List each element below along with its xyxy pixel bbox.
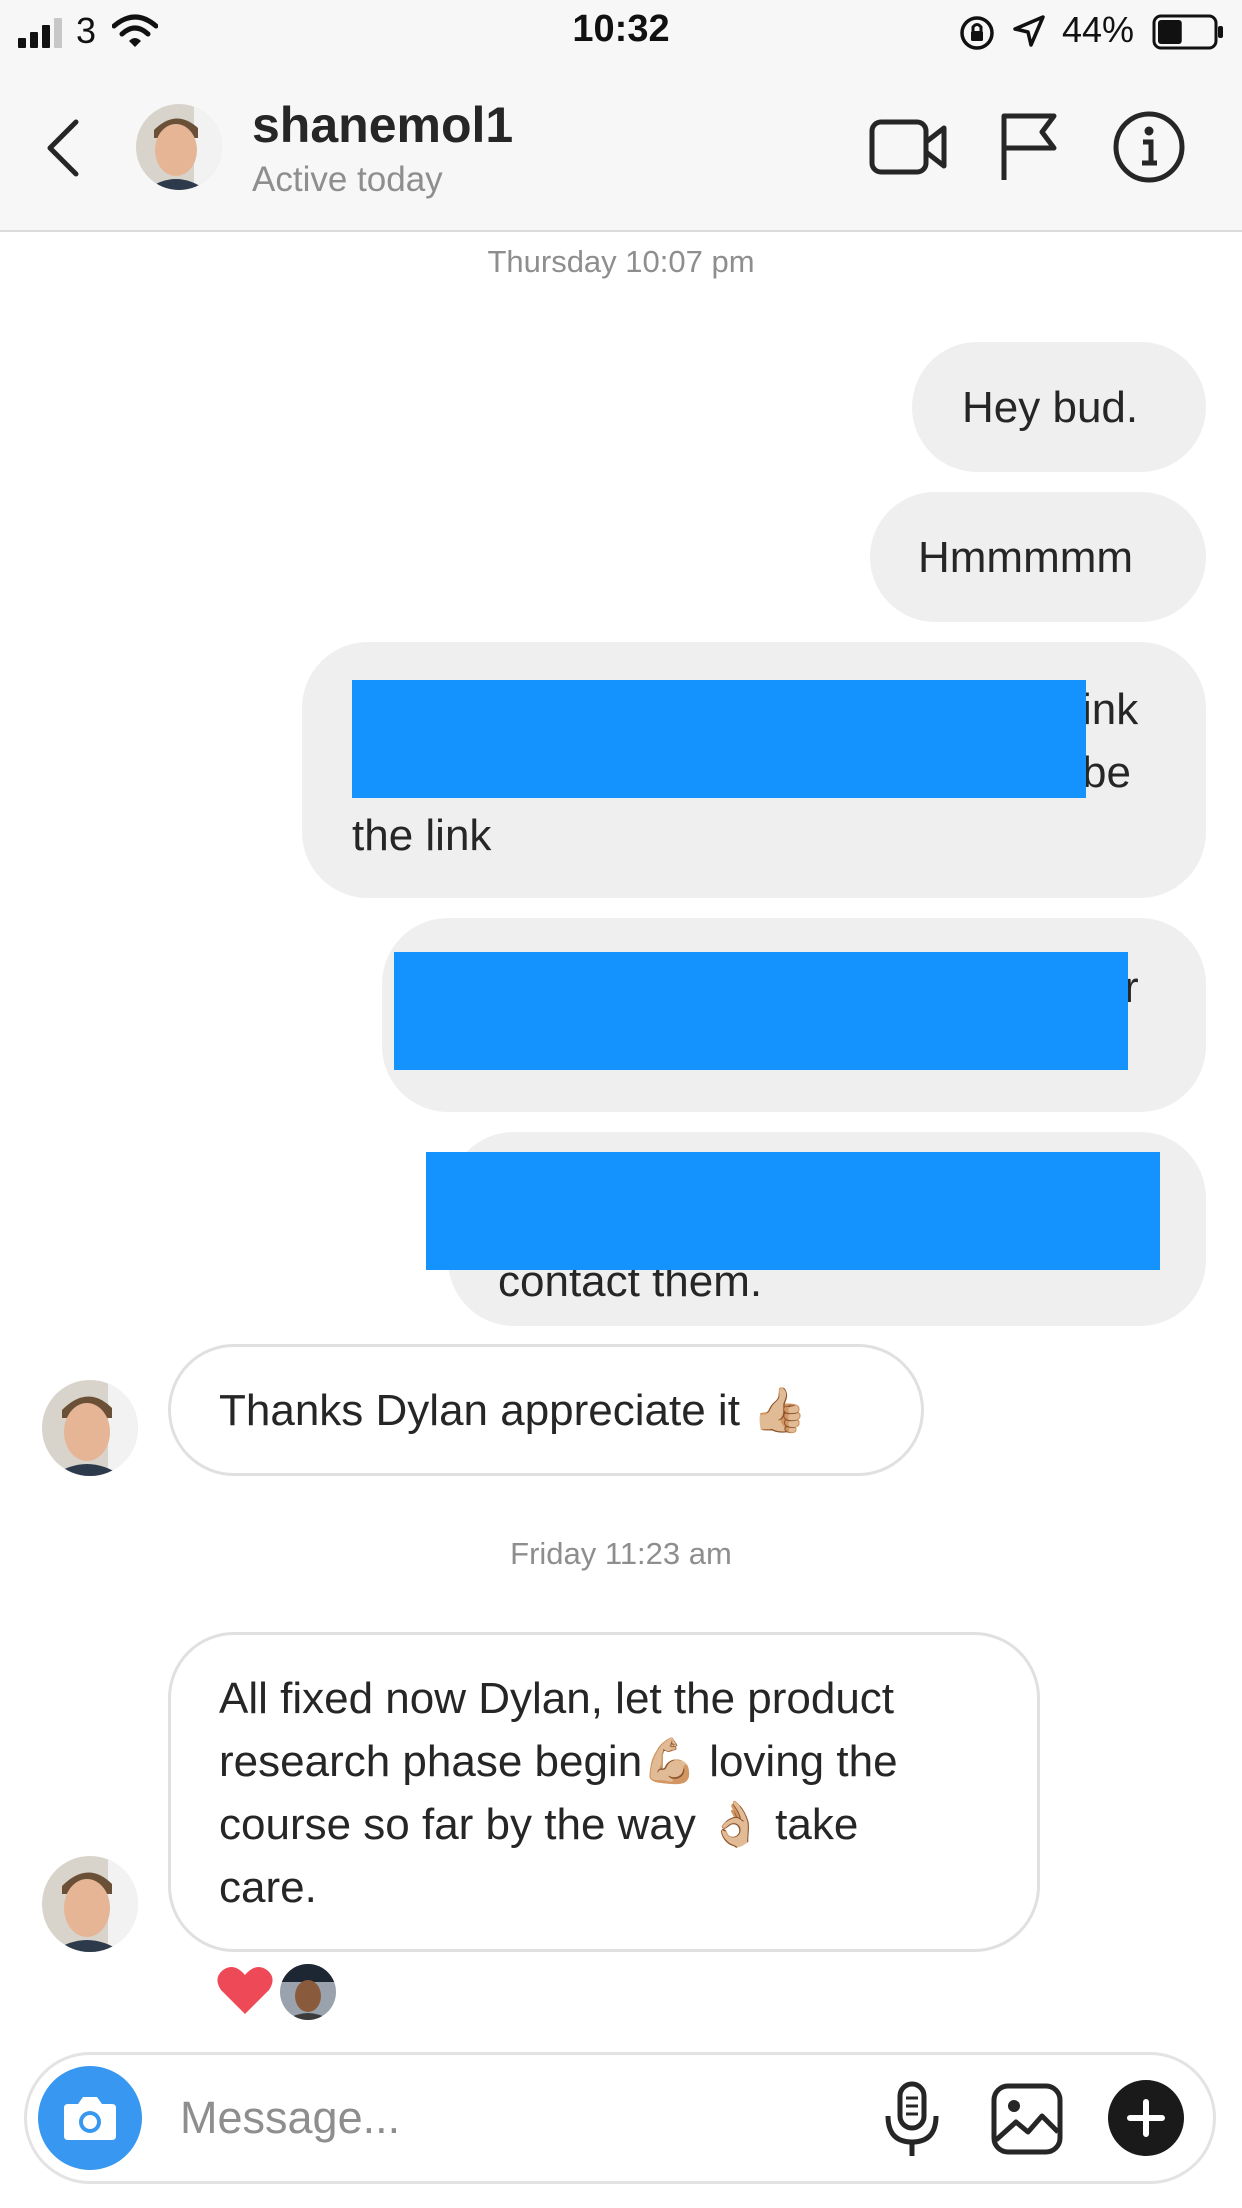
message-text: All fixed now Dylan, let the product xyxy=(219,1674,895,1723)
flag-icon[interactable] xyxy=(996,110,1060,182)
message-text: ink xyxy=(1082,685,1139,734)
location-icon xyxy=(1013,15,1045,47)
message-text: Hey bud. xyxy=(962,383,1139,432)
message-text: the link xyxy=(352,811,492,860)
microphone-icon[interactable] xyxy=(880,2080,944,2158)
message-text: research phase begin💪🏼 loving the xyxy=(219,1737,898,1786)
add-media-button[interactable] xyxy=(1108,2080,1184,2156)
message-text: Hmmmmm xyxy=(918,533,1134,582)
outgoing-message[interactable]: Hey bud. xyxy=(912,342,1206,472)
message-input[interactable] xyxy=(180,2086,820,2150)
outgoing-message[interactable]: Hmmmmm xyxy=(870,492,1206,622)
chat-username[interactable]: shanemol1 xyxy=(252,96,513,154)
incoming-message[interactable]: Thanks Dylan appreciate it 👍🏼 xyxy=(168,1344,924,1476)
plus-icon xyxy=(1127,2099,1165,2137)
message-text: care. xyxy=(219,1863,317,1912)
avatar[interactable] xyxy=(42,1856,138,1952)
battery-percentage: 44% xyxy=(1062,9,1135,50)
redaction-block xyxy=(352,680,1086,798)
incoming-message[interactable]: All fixed now Dylan, let the product res… xyxy=(168,1632,1040,1952)
clock: 10:32 xyxy=(572,8,670,50)
camera-button[interactable] xyxy=(38,2066,142,2170)
avatar[interactable] xyxy=(136,104,222,190)
camera-icon xyxy=(64,2097,116,2140)
reaction-avatar[interactable] xyxy=(278,1962,338,2022)
video-call-icon[interactable] xyxy=(868,112,948,182)
outgoing-message[interactable]: r xyxy=(382,918,1206,1112)
active-status: Active today xyxy=(252,160,443,199)
battery-icon xyxy=(1152,14,1223,50)
avatar[interactable] xyxy=(42,1380,138,1476)
message-text: Thanks Dylan appreciate it 👍🏼 xyxy=(219,1386,807,1435)
timestamp: Friday 11:23 am xyxy=(510,1536,732,1571)
orientation-lock-icon xyxy=(960,16,994,50)
message-text: be xyxy=(1082,748,1131,797)
redaction-block xyxy=(426,1152,1160,1270)
info-icon[interactable] xyxy=(1112,110,1186,184)
back-arrow-icon[interactable] xyxy=(40,116,90,180)
gallery-icon[interactable] xyxy=(990,2082,1064,2156)
message-text: course so far by the way 👌🏼 take xyxy=(219,1800,859,1849)
outgoing-message[interactable]: ink be the link xyxy=(302,642,1206,898)
timestamp: Thursday 10:07 pm xyxy=(487,244,755,279)
heart-icon[interactable] xyxy=(216,1964,274,2016)
redaction-block xyxy=(394,952,1128,1070)
